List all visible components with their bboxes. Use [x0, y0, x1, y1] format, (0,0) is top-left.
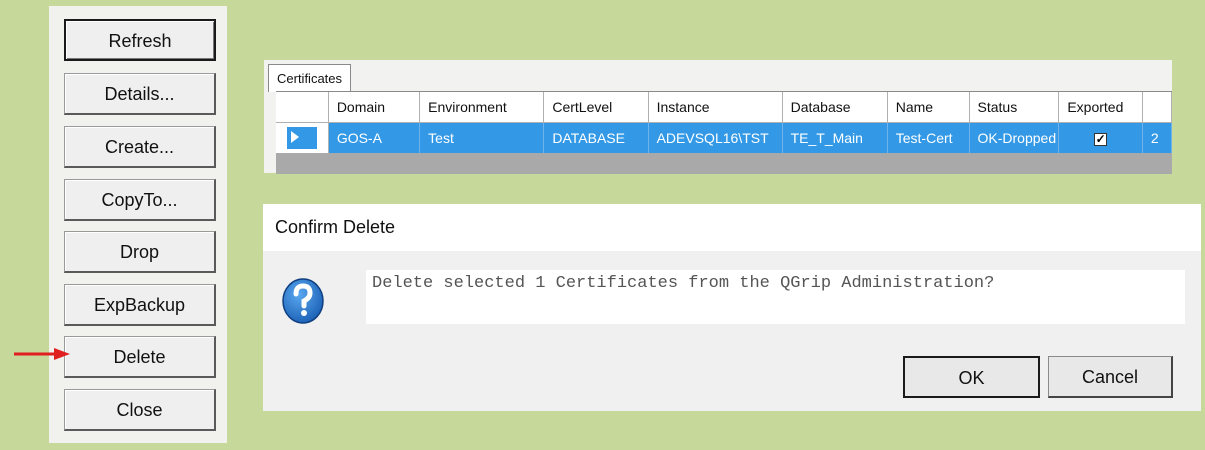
question-icon: [282, 278, 324, 324]
exported-checkbox[interactable]: ✓: [1094, 133, 1108, 146]
delete-button[interactable]: Delete: [64, 336, 216, 378]
tab-certificates[interactable]: Certificates: [268, 64, 352, 92]
column-header-name[interactable]: Name: [887, 92, 970, 123]
cancel-button[interactable]: Cancel: [1048, 356, 1173, 398]
column-header-exported[interactable]: Exported: [1058, 92, 1143, 123]
drop-button[interactable]: Drop: [64, 231, 216, 273]
table-row[interactable]: GOS-A Test DATABASE ADEVSQL16\TST TE_T_M…: [276, 122, 1172, 153]
cell-database[interactable]: TE_T_Main: [782, 122, 888, 153]
copyto-button[interactable]: CopyTo...: [64, 179, 216, 221]
column-header-domain[interactable]: Domain: [328, 92, 421, 123]
column-header-environment[interactable]: Environment: [419, 92, 545, 123]
table-header-row: Domain Environment CertLevel Instance Da…: [276, 92, 1172, 123]
details-button[interactable]: Details...: [64, 73, 216, 115]
row-selector[interactable]: [276, 122, 329, 153]
cell-domain[interactable]: GOS-A: [328, 122, 421, 153]
expbackup-button[interactable]: ExpBackup: [64, 284, 216, 326]
close-button[interactable]: Close: [64, 389, 216, 431]
row-pointer-icon: [290, 131, 299, 143]
certificates-grid: Domain Environment CertLevel Instance Da…: [276, 91, 1172, 174]
certificates-table: Domain Environment CertLevel Instance Da…: [276, 92, 1172, 153]
refresh-button[interactable]: Refresh: [64, 19, 216, 61]
column-header-certlevel[interactable]: CertLevel: [543, 92, 649, 123]
cell-name[interactable]: Test-Cert: [887, 122, 970, 153]
row-selector-header: [276, 92, 329, 123]
create-button[interactable]: Create...: [64, 126, 216, 168]
cell-status[interactable]: OK-Dropped: [969, 122, 1060, 153]
cell-certlevel[interactable]: DATABASE: [543, 122, 649, 153]
button-panel: Refresh Details... Create... CopyTo... D…: [49, 6, 227, 443]
dialog-title: Confirm Delete: [263, 204, 1201, 251]
confirm-delete-dialog: Confirm Delete Delete selected 1 Certifi…: [263, 204, 1201, 411]
column-header-database[interactable]: Database: [782, 92, 888, 123]
cell-environment[interactable]: Test: [419, 122, 545, 153]
certificates-grid-area: Certificates Domain Environment CertLeve…: [264, 60, 1172, 174]
column-header-status[interactable]: Status: [969, 92, 1060, 123]
cell-overflow: 2: [1142, 122, 1172, 153]
dialog-message: Delete selected 1 Certificates from the …: [366, 270, 1185, 324]
red-arrow-right-icon: [14, 348, 70, 360]
cell-exported[interactable]: ✓: [1058, 122, 1143, 153]
cell-instance[interactable]: ADEVSQL16\TST: [648, 122, 783, 153]
column-header-instance[interactable]: Instance: [648, 92, 783, 123]
column-header-overflow: [1142, 92, 1172, 123]
ok-button[interactable]: OK: [903, 356, 1040, 398]
